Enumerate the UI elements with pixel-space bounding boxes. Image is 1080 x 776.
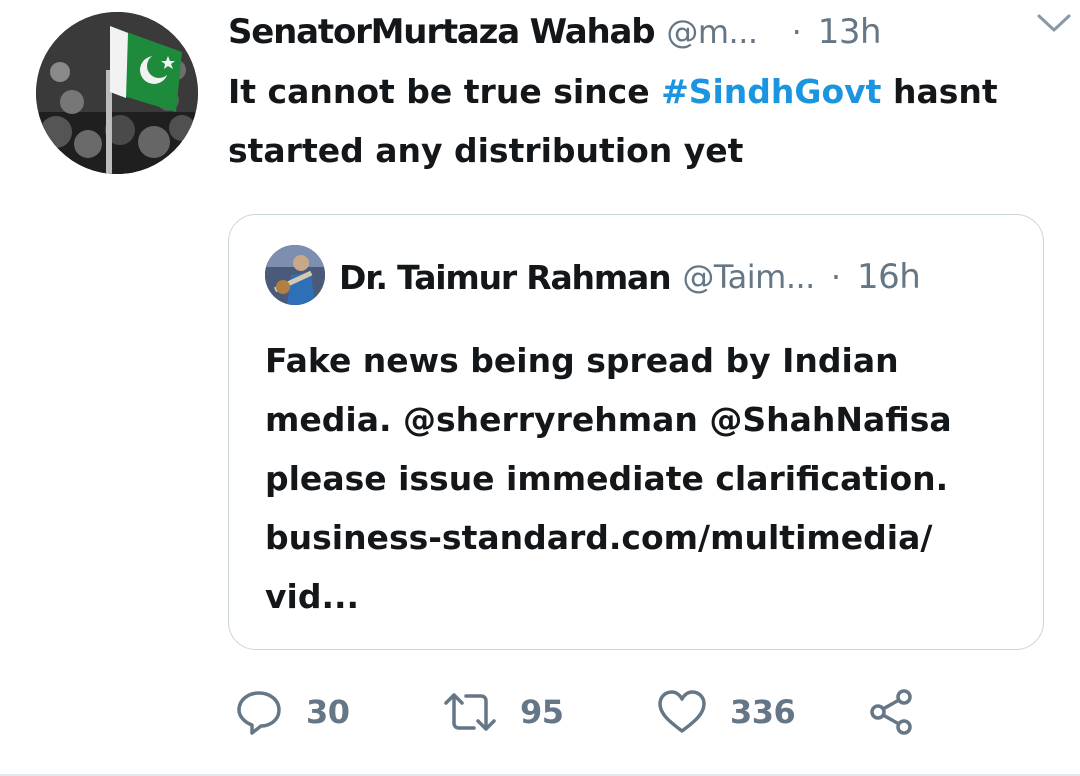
tweet-timestamp[interactable]: 13h bbox=[818, 12, 882, 52]
reply-icon bbox=[237, 691, 281, 735]
retweet-count: 95 bbox=[520, 693, 564, 731]
reply-button[interactable]: 30 bbox=[234, 684, 350, 740]
quoted-header-separator: · bbox=[830, 258, 841, 296]
quoted-author-display-name[interactable]: Dr. Taimur Rahman bbox=[339, 258, 672, 297]
share-icon bbox=[870, 689, 912, 735]
tweet-header: SenatorMurtaza Wahab @m... · 13h bbox=[228, 10, 1048, 54]
header-separator: · bbox=[791, 13, 802, 51]
quoted-tweet[interactable]: Dr. Taimur Rahman @Taim... · 16h Fake ne… bbox=[228, 214, 1044, 650]
heart-icon bbox=[658, 690, 706, 733]
quoted-author-avatar[interactable] bbox=[265, 245, 325, 305]
tweet-text: It cannot be true since #SindhGovt hasnt… bbox=[228, 62, 1048, 180]
chevron-down-icon[interactable] bbox=[1034, 10, 1074, 36]
reply-count: 30 bbox=[306, 693, 350, 731]
quoted-text-line: business-standard.com/multimedia/ bbox=[265, 518, 933, 557]
author-handle[interactable]: @m... bbox=[666, 13, 758, 51]
hashtag-link[interactable]: #SindhGovt bbox=[661, 72, 881, 111]
quoted-text-line: media. @sherryrehman @ShahNafisa bbox=[265, 400, 952, 439]
flag-crowd-avatar-icon bbox=[36, 12, 198, 174]
author-avatar[interactable] bbox=[36, 12, 198, 174]
author-display-name[interactable]: SenatorMurtaza Wahab bbox=[228, 12, 656, 52]
quoted-text-line: please issue immediate clarification. bbox=[265, 459, 949, 498]
share-button[interactable] bbox=[866, 684, 916, 740]
quoted-tweet-text: Fake news being spread by Indian media. … bbox=[265, 331, 1025, 626]
quoted-tweet-timestamp[interactable]: 16h bbox=[857, 257, 921, 297]
tweet-actions: 30 95 336 bbox=[0, 684, 1080, 740]
quoted-author-handle[interactable]: @Taim... bbox=[682, 258, 815, 296]
quoted-text-line: Fake news being spread by Indian bbox=[265, 341, 899, 380]
guitarist-avatar-icon bbox=[265, 245, 325, 305]
like-button[interactable]: 336 bbox=[656, 684, 796, 740]
tweet-text-prefix: It cannot be true since bbox=[228, 72, 662, 111]
retweet-button[interactable]: 95 bbox=[442, 684, 564, 740]
quoted-tweet-header: Dr. Taimur Rahman @Taim... · 16h bbox=[339, 253, 921, 301]
retweet-icon bbox=[444, 693, 496, 731]
tweet-card[interactable]: SenatorMurtaza Wahab @m... · 13h It cann… bbox=[0, 0, 1080, 776]
like-count: 336 bbox=[730, 693, 796, 731]
quoted-text-line: vid... bbox=[265, 577, 360, 616]
